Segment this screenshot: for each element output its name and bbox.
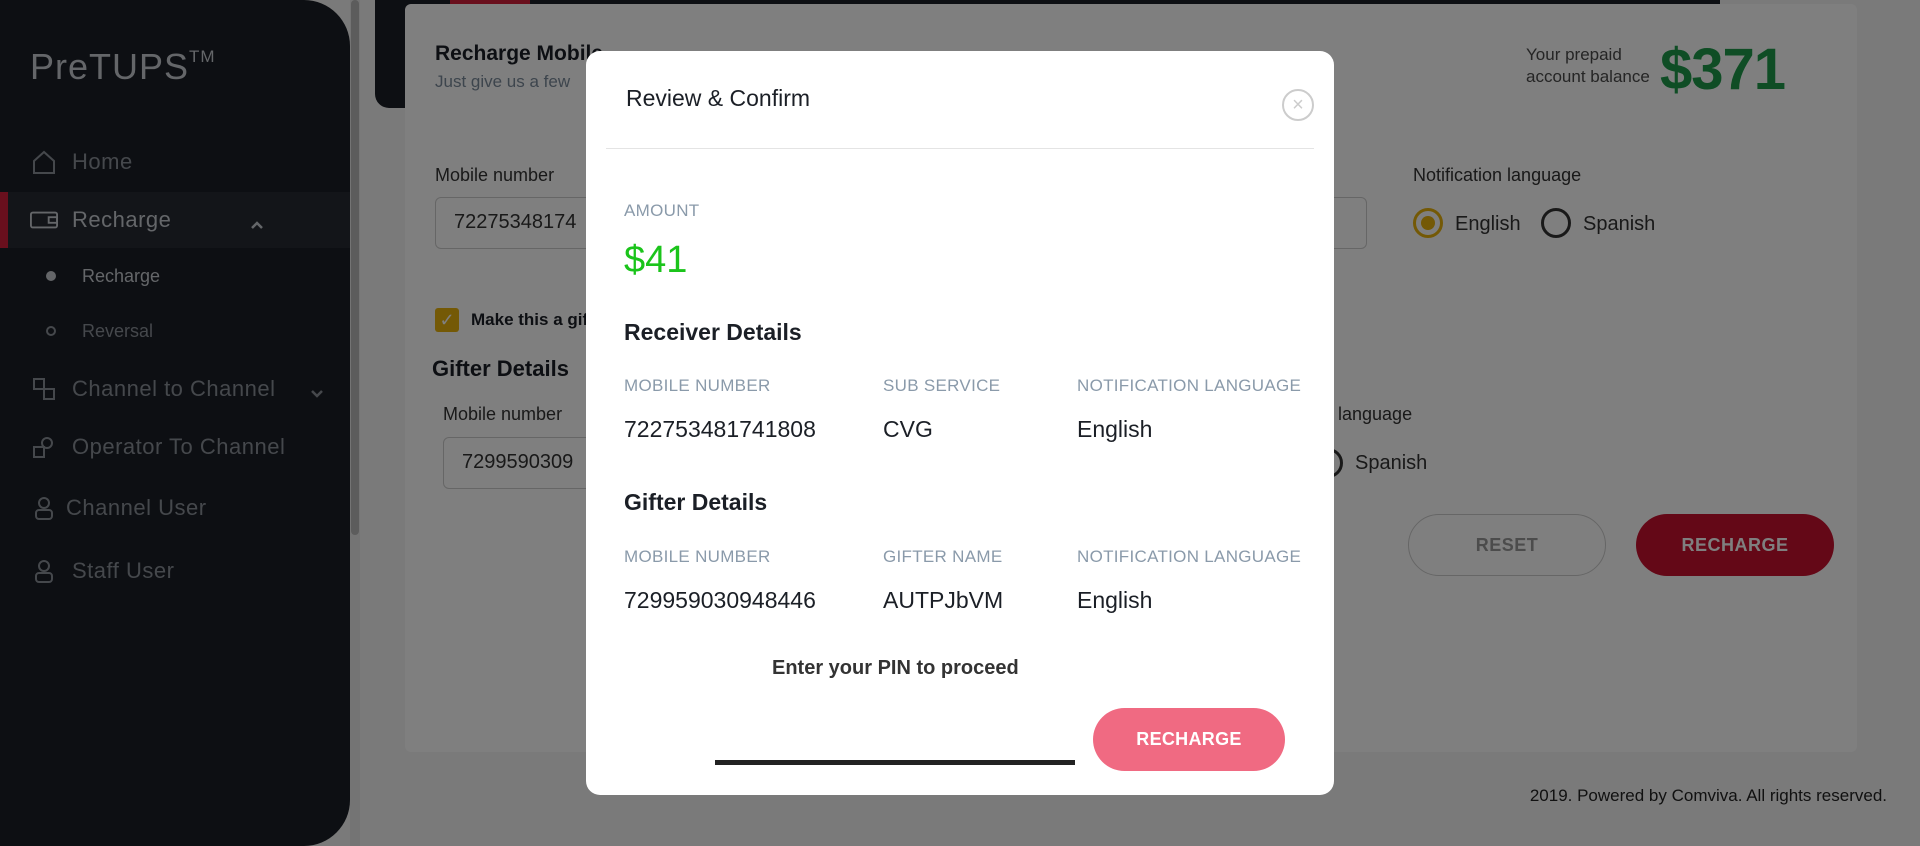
pin-label: Enter your PIN to proceed (772, 657, 1019, 679)
gifter-name-label: GIFTER NAME (883, 547, 1003, 566)
pin-input[interactable] (715, 695, 1075, 765)
amount-value: $41 (624, 239, 688, 281)
receiver-notification-value: English (1077, 416, 1153, 442)
receiver-mobile-value: 722753481741808 (624, 416, 816, 442)
receiver-notification-label: NOTIFICATION LANGUAGE (1077, 376, 1302, 395)
modal-recharge-button[interactable]: RECHARGE (1093, 708, 1285, 771)
gifter-notification-value: English (1077, 587, 1153, 613)
modal-title: Review & Confirm (626, 85, 811, 111)
gifter-mobile-label: MOBILE NUMBER (624, 547, 771, 566)
sub-service-label: SUB SERVICE (883, 376, 1001, 395)
gifter-notification-label: NOTIFICATION LANGUAGE (1077, 547, 1302, 566)
gifter-details-heading: Gifter Details (624, 489, 768, 515)
amount-label: AMOUNT (624, 201, 700, 220)
receiver-details-heading: Receiver Details (624, 319, 802, 345)
gifter-name-value: AUTPJbVM (883, 587, 1004, 613)
divider (606, 148, 1314, 149)
gifter-mobile-value: 729959030948446 (624, 587, 816, 613)
receiver-mobile-label: MOBILE NUMBER (624, 376, 771, 395)
sub-service-value: CVG (883, 416, 933, 442)
close-icon[interactable]: × (1282, 89, 1314, 121)
review-confirm-modal: Review & Confirm × AMOUNT $41 Receiver D… (586, 51, 1334, 795)
